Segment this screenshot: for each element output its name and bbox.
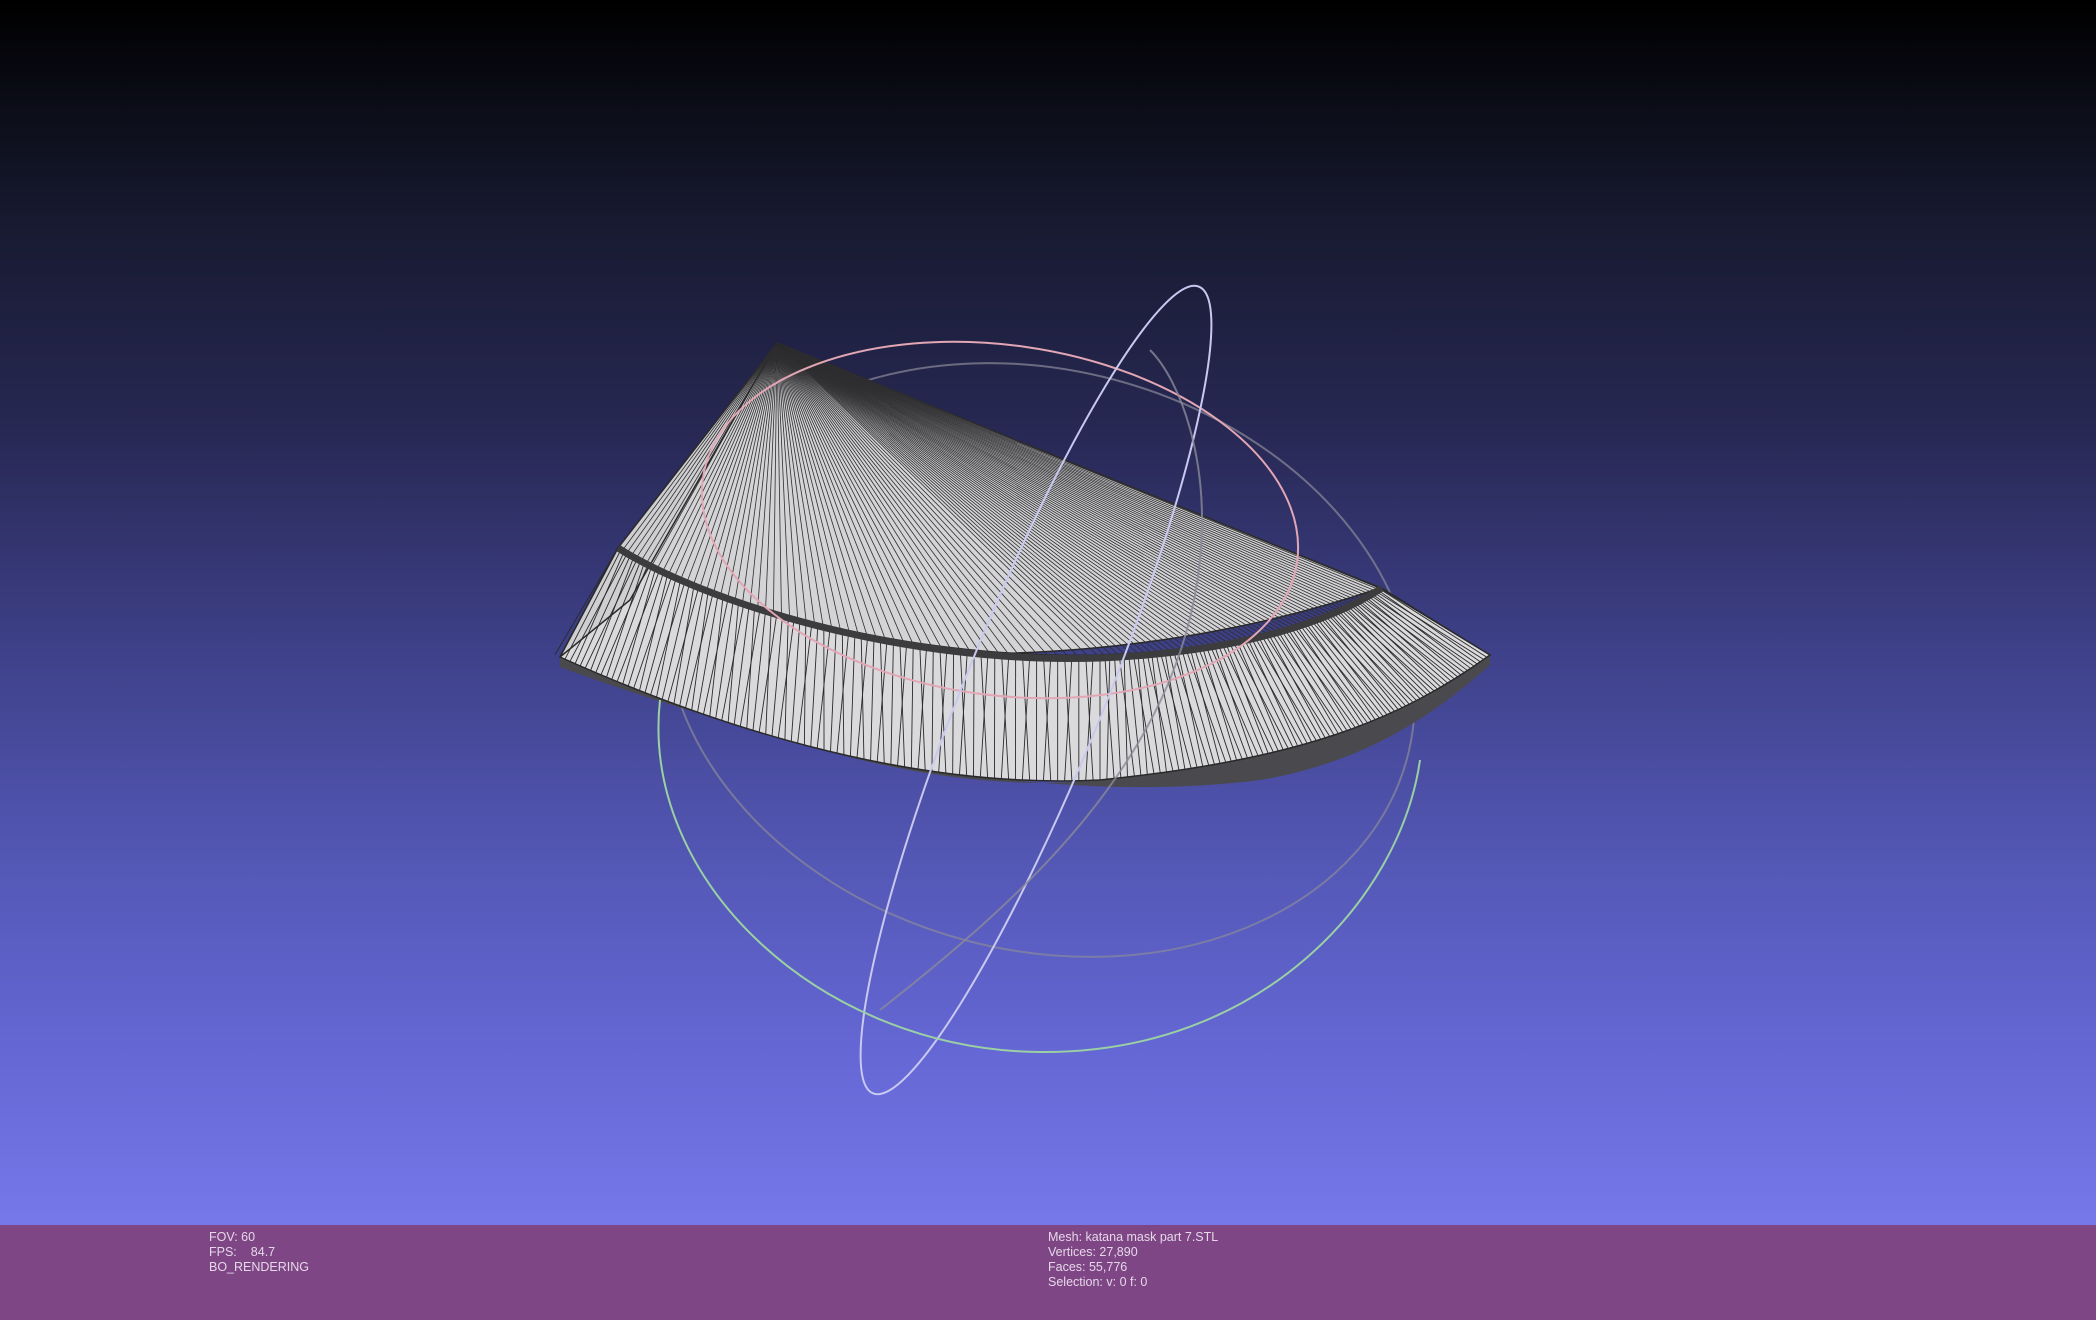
fps-label: FPS: xyxy=(209,1245,237,1259)
selection-info: Selection: v: 0 f: 0 xyxy=(1048,1275,1148,1289)
fps-value: 84.7 xyxy=(250,1245,276,1259)
3d-viewport[interactable] xyxy=(0,0,2096,1225)
status-info-bar: FOV: 60 FPS: 84.7 BO_RENDERING Mesh: kata… xyxy=(0,1225,2096,1320)
mesh-info: Mesh: katana mask part 7.STL Vertices: 2… xyxy=(1048,1230,1218,1290)
wire-line xyxy=(973,653,975,777)
mesh-object xyxy=(554,342,1492,788)
vertex-count: Vertices: 27,890 xyxy=(1048,1245,1138,1259)
render-info: FOV: 60 FPS: 84.7 BO_RENDERING xyxy=(209,1230,309,1275)
fps-readout: FPS: 84.7 xyxy=(209,1245,309,1260)
render-mode: BO_RENDERING xyxy=(209,1260,310,1274)
mesh-name: Mesh: katana mask part 7.STL xyxy=(1048,1230,1219,1244)
face-count: Faces: 55,776 xyxy=(1048,1260,1128,1274)
fov-readout: FOV: 60 xyxy=(209,1230,256,1244)
mesh-scene[interactable] xyxy=(0,0,2096,1225)
